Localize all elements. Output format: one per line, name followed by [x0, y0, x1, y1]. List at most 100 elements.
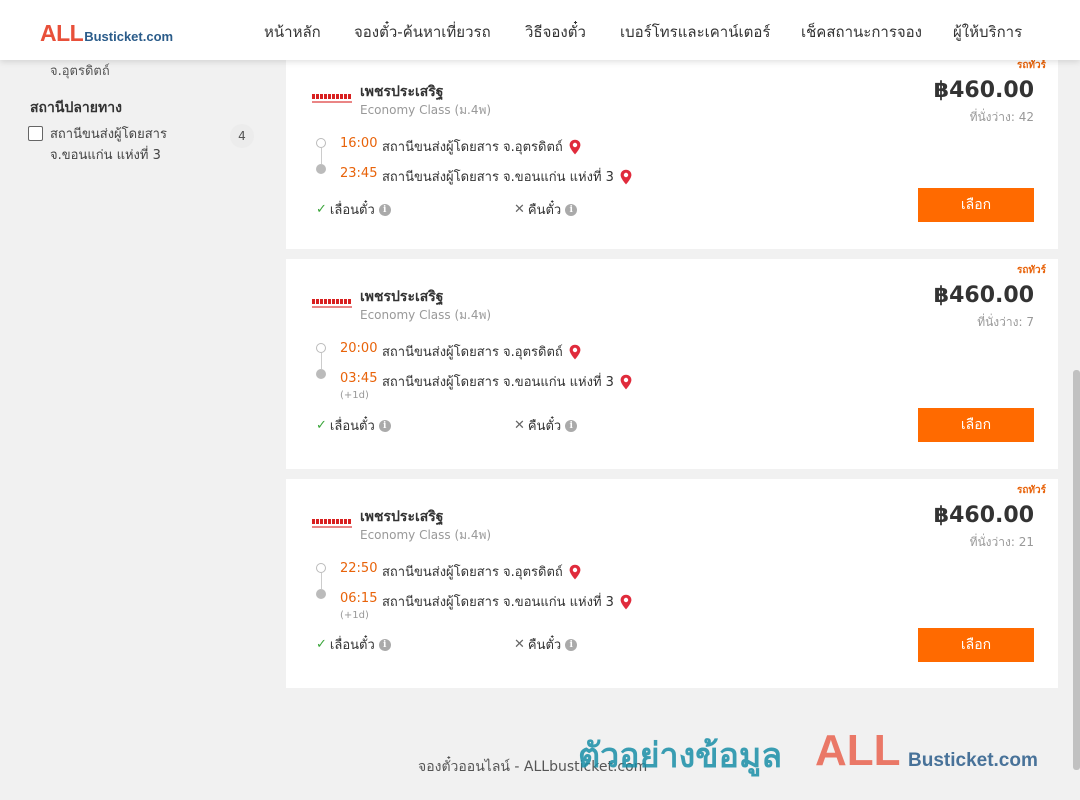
- destination-filter-label: สถานีขนส่งผู้โดยสาร จ.ขอนแก่น แห่งที่ 3: [50, 124, 200, 166]
- info-icon[interactable]: i: [378, 638, 391, 651]
- perk-refund: ✕ คืนตั๋ว i: [514, 634, 578, 655]
- trip-card: รถทัวร์ เพชรประเสริฐ Economy Class (ม.4พ…: [286, 259, 1058, 469]
- nav-book-search[interactable]: จองตั๋ว-ค้นหาเที่ยวรถ: [354, 20, 491, 44]
- info-icon[interactable]: i: [565, 419, 578, 432]
- sample-data-watermark: ตัวอย่างข้อมูล: [578, 736, 783, 776]
- main-nav: หน้าหลัก จองตั๋ว-ค้นหาเที่ยวรถ วิธีจองตั…: [0, 20, 1080, 42]
- bus-type-tag: รถทัวร์: [1016, 485, 1046, 496]
- arrive-dot-icon: [316, 369, 326, 379]
- map-pin-icon[interactable]: [619, 169, 633, 185]
- depart-dot-icon: [316, 563, 326, 573]
- select-trip-button[interactable]: เลือก: [918, 408, 1034, 442]
- route-line: [320, 148, 322, 164]
- operator-name: เพชรประเสริฐ: [360, 289, 444, 305]
- cross-icon: ✕: [514, 637, 525, 652]
- perk-refund: ✕ คืนตั๋ว i: [514, 199, 578, 220]
- arrive-station: สถานีขนส่งผู้โดยสาร จ.ขอนแก่น แห่งที่ 3: [382, 591, 633, 612]
- perk-refund: ✕ คืนตั๋ว i: [514, 415, 578, 436]
- seats-available: ที่นั่งว่าง: 7: [977, 315, 1034, 329]
- seats-available: ที่นั่งว่าง: 21: [969, 535, 1034, 549]
- operator-logo: [312, 94, 352, 104]
- destination-checkbox[interactable]: [28, 126, 43, 141]
- depart-station-name: สถานีขนส่งผู้โดยสาร จ.อุตรดิตถ์: [382, 140, 563, 155]
- arrive-station: สถานีขนส่งผู้โดยสาร จ.ขอนแก่น แห่งที่ 3: [382, 166, 633, 187]
- perk-refund-label: คืนตั๋ว: [527, 419, 562, 434]
- arrive-dot-icon: [316, 164, 326, 174]
- perk-reschedule-label: เลื่อนตั๋ว: [329, 638, 375, 653]
- watermark-logo-all: ALL: [815, 726, 901, 775]
- arrive-station: สถานีขนส่งผู้โดยสาร จ.ขอนแก่น แห่งที่ 3: [382, 371, 633, 392]
- depart-station: สถานีขนส่งผู้โดยสาร จ.อุตรดิตถ์: [382, 136, 582, 157]
- depart-station: สถานีขนส่งผู้โดยสาร จ.อุตรดิตถ์: [382, 341, 582, 362]
- map-pin-icon[interactable]: [619, 374, 633, 390]
- arrive-time: 03:45: [340, 371, 378, 386]
- map-pin-icon[interactable]: [568, 344, 582, 360]
- top-header: ALL Busticket.com หน้าหลัก จองตั๋ว-ค้นหา…: [0, 0, 1080, 60]
- route-line: [320, 573, 322, 589]
- nav-operators[interactable]: ผู้ให้บริการ: [953, 20, 1022, 44]
- scrollbar-thumb[interactable]: [1073, 370, 1080, 770]
- cross-icon: ✕: [514, 418, 525, 433]
- depart-time: 22:50: [340, 561, 378, 576]
- perk-reschedule: ✓ เลื่อนตั๋ว i: [316, 199, 391, 220]
- nav-home[interactable]: หน้าหลัก: [264, 20, 321, 44]
- arrive-time: 23:45: [340, 166, 378, 181]
- perk-reschedule: ✓ เลื่อนตั๋ว i: [316, 634, 391, 655]
- watermark-logo-rest: Busticket.com: [908, 750, 1038, 771]
- arrive-station-name: สถานีขนส่งผู้โดยสาร จ.ขอนแก่น แห่งที่ 3: [382, 375, 614, 390]
- destination-label-line1: สถานีขนส่งผู้โดยสาร: [50, 127, 167, 142]
- select-trip-button[interactable]: เลือก: [918, 628, 1034, 662]
- info-icon[interactable]: i: [565, 638, 578, 651]
- trip-price: ฿460.00: [933, 78, 1034, 103]
- check-icon: ✓: [316, 202, 327, 217]
- operator-logo: [312, 299, 352, 309]
- sidebar-origin-remainder: จ.อุตรดิตถ์: [50, 64, 110, 79]
- destination-count-badge: 4: [230, 124, 254, 148]
- arrive-time: 06:15: [340, 591, 378, 606]
- depart-time: 20:00: [340, 341, 378, 356]
- depart-station-name: สถานีขนส่งผู้โดยสาร จ.อุตรดิตถ์: [382, 565, 563, 580]
- perk-reschedule: ✓ เลื่อนตั๋ว i: [316, 415, 391, 436]
- select-trip-button[interactable]: เลือก: [918, 188, 1034, 222]
- trip-price: ฿460.00: [933, 283, 1034, 308]
- depart-station-name: สถานีขนส่งผู้โดยสาร จ.อุตรดิตถ์: [382, 345, 563, 360]
- operator-name: เพชรประเสริฐ: [360, 509, 444, 525]
- next-day-indicator: (+1d): [340, 390, 369, 401]
- depart-station: สถานีขนส่งผู้โดยสาร จ.อุตรดิตถ์: [382, 561, 582, 582]
- perk-refund-label: คืนตั๋ว: [527, 203, 562, 218]
- perk-reschedule-label: เลื่อนตั๋ว: [329, 419, 375, 434]
- depart-dot-icon: [316, 343, 326, 353]
- arrive-station-name: สถานีขนส่งผู้โดยสาร จ.ขอนแก่น แห่งที่ 3: [382, 170, 614, 185]
- nav-contact-counter[interactable]: เบอร์โทรและเคาน์เตอร์: [620, 20, 770, 44]
- bus-class: Economy Class (ม.4พ): [360, 308, 492, 322]
- destination-filter-heading: สถานีปลายทาง: [30, 100, 122, 116]
- map-pin-icon[interactable]: [568, 139, 582, 155]
- bus-type-tag: รถทัวร์: [1016, 60, 1046, 71]
- destination-label-line2: จ.ขอนแก่น แห่งที่ 3: [50, 148, 161, 163]
- operator-name: เพชรประเสริฐ: [360, 84, 444, 100]
- arrive-station-name: สถานีขนส่งผู้โดยสาร จ.ขอนแก่น แห่งที่ 3: [382, 595, 614, 610]
- bus-type-tag: รถทัวร์: [1016, 265, 1046, 276]
- depart-dot-icon: [316, 138, 326, 148]
- cross-icon: ✕: [514, 202, 525, 217]
- perk-refund-label: คืนตั๋ว: [527, 638, 562, 653]
- info-icon[interactable]: i: [565, 203, 578, 216]
- map-pin-icon[interactable]: [619, 594, 633, 610]
- perk-reschedule-label: เลื่อนตั๋ว: [329, 203, 375, 218]
- check-icon: ✓: [316, 418, 327, 433]
- depart-time: 16:00: [340, 136, 378, 151]
- bus-class: Economy Class (ม.4พ): [360, 103, 492, 117]
- info-icon[interactable]: i: [378, 419, 391, 432]
- check-icon: ✓: [316, 637, 327, 652]
- info-icon[interactable]: i: [378, 203, 391, 216]
- next-day-indicator: (+1d): [340, 610, 369, 621]
- trip-card: รถทัวร์ เพชรประเสริฐ Economy Class (ม.4พ…: [286, 54, 1058, 249]
- operator-logo: [312, 519, 352, 529]
- trip-card: รถทัวร์ เพชรประเสริฐ Economy Class (ม.4พ…: [286, 479, 1058, 688]
- trip-price: ฿460.00: [933, 503, 1034, 528]
- nav-how-to-book[interactable]: วิธีจองตั๋ว: [525, 20, 586, 44]
- nav-check-booking[interactable]: เช็คสถานะการจอง: [801, 20, 922, 44]
- route-line: [320, 353, 322, 369]
- map-pin-icon[interactable]: [568, 564, 582, 580]
- seats-available: ที่นั่งว่าง: 42: [969, 110, 1034, 124]
